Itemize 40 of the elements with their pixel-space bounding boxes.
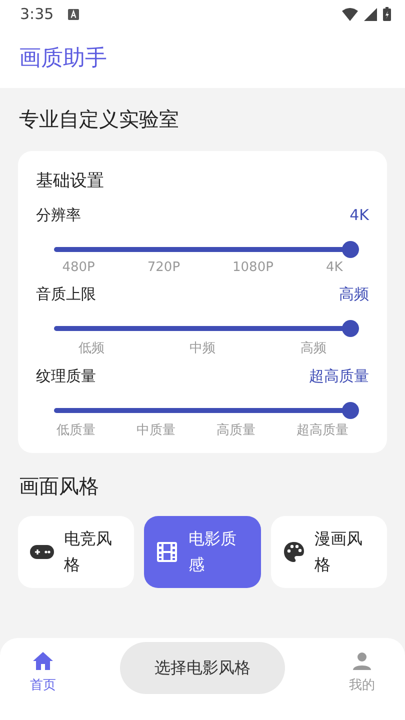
card-title: 基础设置 (36, 170, 105, 192)
notification-icon (68, 8, 79, 20)
tick-label: 1080P (232, 260, 274, 275)
palette-icon (282, 541, 305, 563)
tick-label: 低频 (78, 340, 104, 357)
setting-label: 分辨率 (36, 206, 81, 225)
tick-label: 中质量 (136, 422, 176, 439)
section-title: 画面风格 (19, 473, 100, 500)
nav-tab[interactable]: 我的 (349, 638, 375, 720)
setting-value: 超高质量 (309, 367, 369, 386)
status-time: 3:35 (20, 5, 54, 23)
toast-message: 选择电影风格 (120, 642, 285, 694)
tick-label: 4K (326, 260, 343, 275)
slider-thumb[interactable] (342, 241, 359, 258)
tick-label: 中频 (190, 340, 216, 357)
style-option[interactable]: 漫画风格 (270, 516, 387, 588)
battery-icon (383, 7, 391, 21)
signal-icon (364, 8, 377, 20)
setting-label: 纹理质量 (36, 367, 96, 386)
section-title: 专业自定义实验室 (19, 106, 180, 133)
tick-label: 高质量 (216, 422, 256, 439)
tick-label: 超高质量 (296, 422, 348, 439)
setting-value: 4K (350, 206, 369, 225)
tick-label: 480P (62, 260, 95, 275)
nav-tab[interactable]: 首页 (30, 638, 56, 720)
setting-value: 高频 (339, 285, 369, 304)
setting-label: 音质上限 (36, 285, 96, 304)
tick-label: 低质量 (56, 422, 96, 439)
slider-thumb[interactable] (342, 402, 359, 419)
home-icon (33, 652, 53, 670)
style-option[interactable]: 电影质感 (144, 516, 261, 588)
slider-thumb[interactable] (342, 320, 359, 337)
app-title: 画质助手 (19, 45, 107, 73)
style-option[interactable]: 电竞风格 (18, 516, 134, 588)
film-icon (156, 541, 178, 563)
tick-label: 720P (147, 260, 180, 275)
tick-label: 高频 (300, 340, 326, 357)
wifi-icon (342, 8, 358, 20)
person-icon (353, 652, 371, 670)
gamepad-icon (30, 544, 54, 560)
